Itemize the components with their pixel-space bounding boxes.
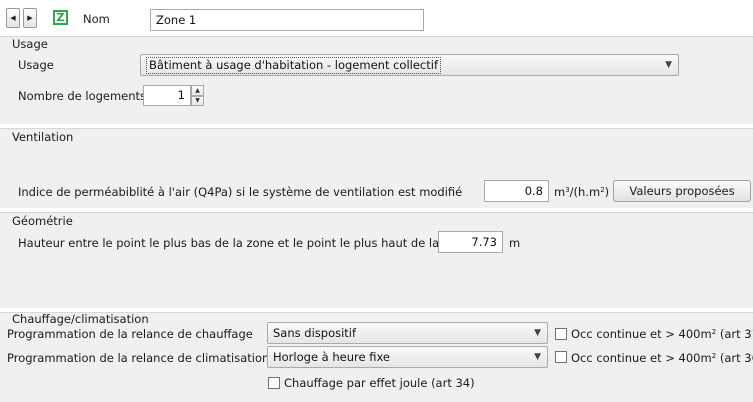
usage-select[interactable]: Bâtiment à usage d'habitation - logement… [140, 54, 679, 76]
occ-text: (art 31) [719, 327, 753, 341]
heating-prog-value: Sans dispositif [273, 326, 357, 340]
cooling-prog-select[interactable]: Horloge à heure fixe ▼ [267, 346, 548, 368]
logements-increment-button[interactable]: ▲ [191, 85, 204, 96]
chevron-down-icon: ▼ [534, 328, 541, 338]
cooling-occ-label: Occ continue et > 400m2 (art 36) [571, 351, 753, 365]
previous-zone-button[interactable]: ◀ [6, 8, 20, 28]
usage-section-title: Usage [12, 37, 48, 51]
chevron-down-icon: ▼ [665, 60, 672, 70]
unit-part: ) [604, 185, 610, 199]
heating-section-title: Chauffage/climatisation [12, 312, 149, 326]
geometry-section [0, 212, 753, 308]
logements-label: Nombre de logements [18, 89, 147, 103]
geometry-section-title: Géométrie [12, 214, 73, 228]
usage-select-value: Bâtiment à usage d'habitation - logement… [146, 57, 442, 74]
permeability-field[interactable]: 0.8 [484, 180, 549, 202]
cooling-occ-checkbox[interactable] [555, 351, 567, 363]
ventilation-section-title: Ventilation [12, 130, 74, 144]
height-label: Hauteur entre le point le plus bas de la… [18, 236, 471, 250]
permeability-label: Indice de perméabiblité à l'air (Q4Pa) s… [18, 185, 463, 199]
proposed-values-button[interactable]: Valeurs proposées [613, 180, 751, 202]
heating-occ-checkbox[interactable] [555, 328, 567, 340]
heating-prog-label: Programmation de la relance de chauffage [7, 327, 253, 341]
heating-occ-label: Occ continue et > 400m2 (art 31) [571, 327, 753, 341]
next-zone-button[interactable]: ▶ [23, 8, 37, 28]
permeability-unit: m3/(h.m2) [554, 185, 609, 199]
unit-part: /(h.m [569, 185, 601, 199]
occ-text: Occ continue et > 400m [571, 327, 712, 341]
name-label: Nom [83, 12, 110, 26]
occ-text: Occ continue et > 400m [571, 351, 712, 365]
heating-prog-select[interactable]: Sans dispositif ▼ [267, 322, 548, 344]
cooling-prog-label: Programmation de la relance de climatisa… [7, 351, 270, 365]
zone-icon-letter: Z [56, 11, 65, 24]
height-field[interactable]: 7.73 [438, 231, 503, 253]
zone-name-field[interactable]: Zone 1 [150, 9, 424, 31]
logements-decrement-button[interactable]: ▼ [191, 96, 204, 106]
unit-part: m [554, 185, 566, 199]
occ-text: (art 36) [719, 351, 753, 365]
logements-field[interactable]: 1 [143, 85, 191, 106]
zone-icon: Z [53, 10, 68, 25]
usage-section [0, 36, 753, 124]
joule-heating-checkbox[interactable] [268, 377, 280, 389]
cooling-prog-value: Horloge à heure fixe [273, 350, 391, 364]
usage-label: Usage [18, 58, 54, 72]
joule-heating-label: Chauffage par effet joule (art 34) [284, 376, 475, 390]
chevron-down-icon: ▼ [534, 352, 541, 362]
height-unit: m [509, 236, 521, 250]
